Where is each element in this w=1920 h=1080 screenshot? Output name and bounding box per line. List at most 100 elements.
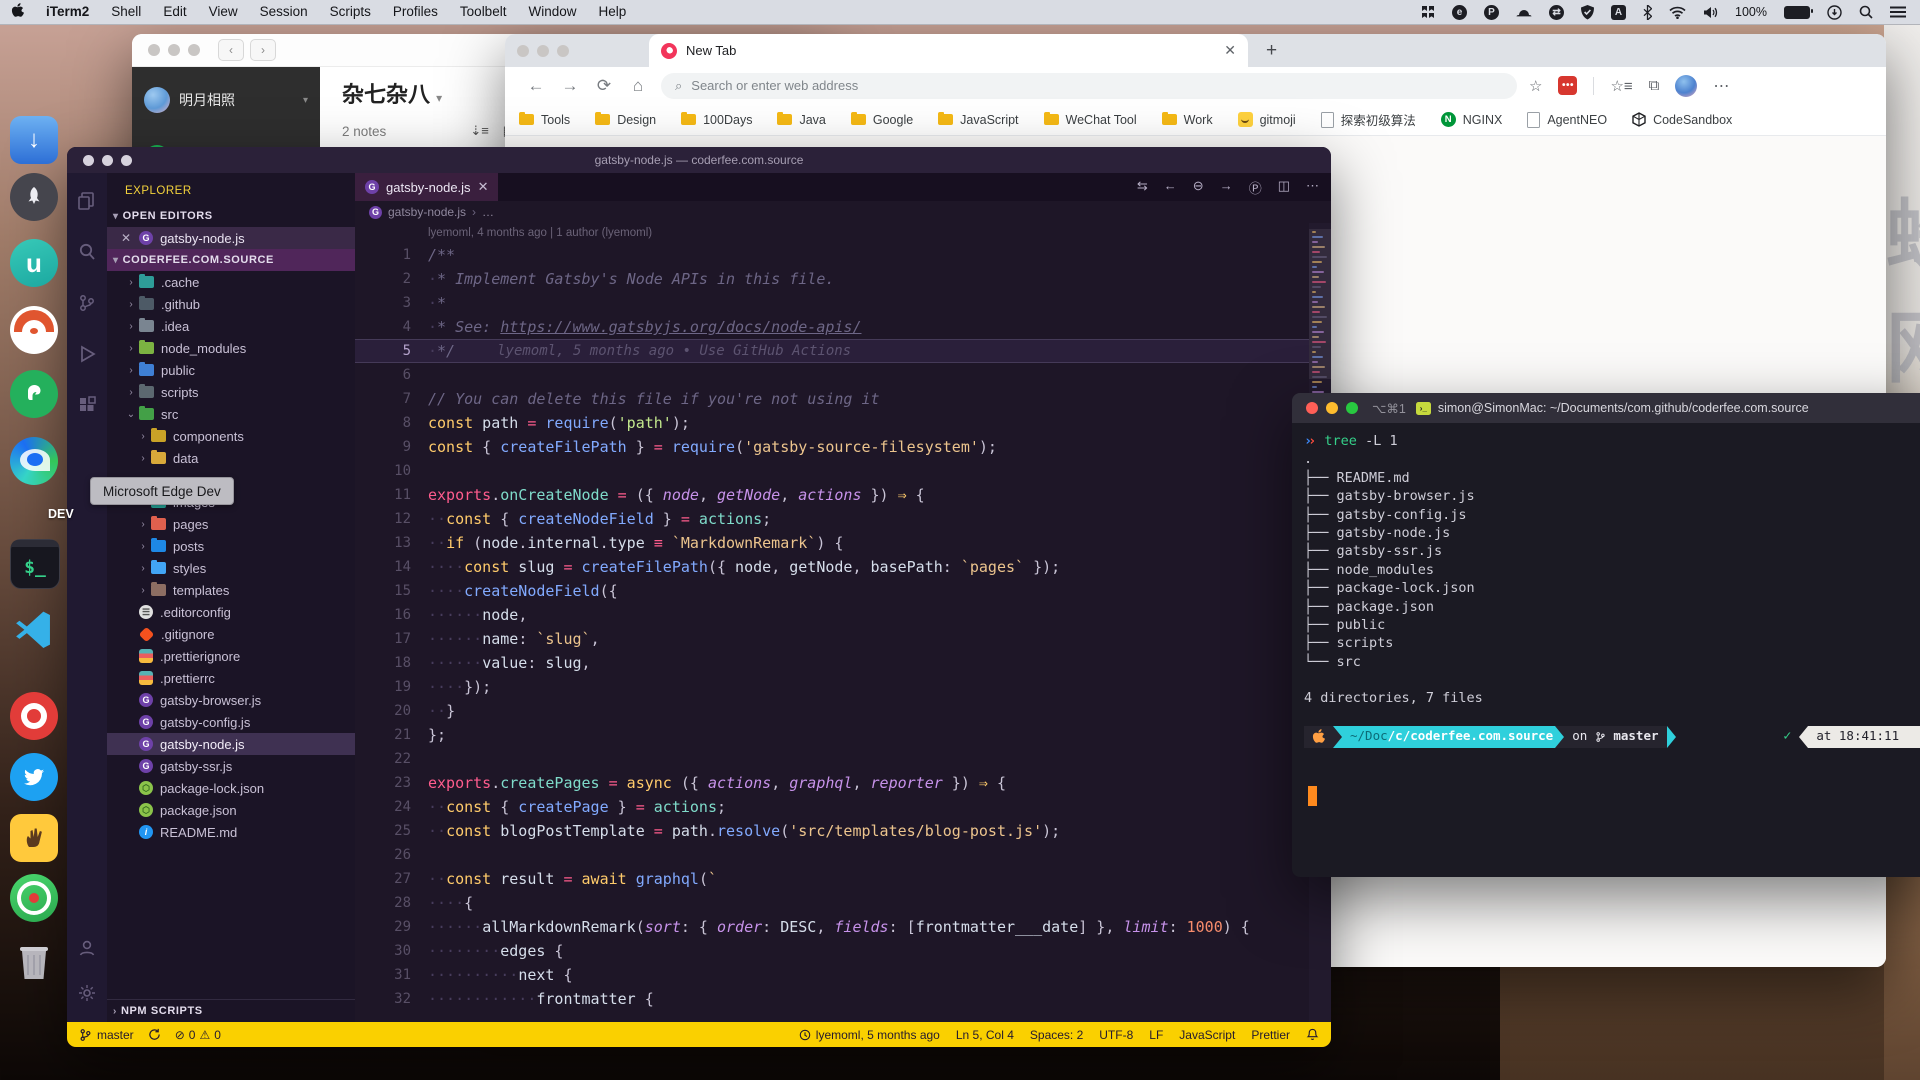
editor-tab[interactable]: G gatsby-node.js ✕ — [355, 173, 498, 201]
debug-icon[interactable] — [77, 344, 97, 369]
codelens-annotation[interactable]: lyemoml, 4 months ago | 1 author (lyemom… — [355, 223, 1331, 243]
iterm-icon[interactable]: $_ — [10, 539, 58, 587]
bluetooth-icon[interactable] — [1643, 4, 1652, 20]
menu-item-session[interactable]: Session — [249, 0, 319, 24]
close-icon[interactable]: ✕ — [121, 231, 131, 245]
bookmark-item[interactable]: WeChat Tool — [1044, 113, 1137, 127]
menu-item-view[interactable]: View — [198, 0, 249, 24]
tree-item-.gitignore[interactable]: .gitignore — [107, 623, 355, 645]
notifications-bell-icon[interactable] — [1306, 1028, 1319, 1041]
account-icon[interactable] — [77, 938, 97, 963]
open-editor-item[interactable]: ✕ G gatsby-node.js — [107, 227, 355, 249]
tree-item-gatsby-config.js[interactable]: Ggatsby-config.js — [107, 711, 355, 733]
menu-item-help[interactable]: Help — [587, 0, 637, 24]
tree-item-src[interactable]: ⌄src — [107, 403, 355, 425]
tree-item-posts[interactable]: ›posts — [107, 535, 355, 557]
trash-icon[interactable] — [10, 938, 58, 986]
bookmark-item[interactable]: NNGINX — [1441, 112, 1503, 127]
tree-item-.cache[interactable]: ›.cache — [107, 271, 355, 293]
tree-item-components[interactable]: ›components — [107, 425, 355, 447]
open-editors-header[interactable]: ▾ OPEN EDITORS — [107, 205, 355, 227]
add-favorite-icon[interactable]: ☆ — [1529, 77, 1542, 95]
bookmark-item[interactable]: 100Days — [681, 113, 752, 127]
vscode-icon[interactable] — [10, 608, 58, 656]
encoding[interactable]: UTF-8 — [1099, 1028, 1133, 1042]
indentation[interactable]: Spaces: 2 — [1030, 1028, 1083, 1042]
editor-action-icon-5[interactable]: ◫ — [1278, 178, 1290, 197]
menu-item-profiles[interactable]: Profiles — [382, 0, 449, 24]
editor-action-icon-1[interactable]: ← — [1164, 178, 1177, 197]
breadcrumb[interactable]: G gatsby-node.js › … — [355, 201, 1331, 223]
bookmark-item[interactable]: JavaScript — [938, 113, 1018, 127]
tree-item-.editorconfig[interactable]: ☰.editorconfig — [107, 601, 355, 623]
close-button[interactable] — [517, 45, 529, 57]
editor-action-icon-0[interactable]: ⇆ — [1137, 178, 1148, 197]
blame-item[interactable]: lyemoml, 5 months ago — [799, 1028, 940, 1042]
input-source-icon[interactable]: A — [1611, 5, 1626, 20]
tree-item-.idea[interactable]: ›.idea — [107, 315, 355, 337]
profile-avatar[interactable] — [1675, 75, 1697, 97]
sort-icon[interactable]: ⇣≡ — [470, 123, 488, 139]
utools-icon[interactable]: u — [10, 239, 58, 287]
tree-item-node_modules[interactable]: ›node_modules — [107, 337, 355, 359]
source-control-icon[interactable] — [77, 293, 97, 318]
magnet-icon[interactable] — [1421, 4, 1435, 20]
code-editor[interactable]: lyemoml, 4 months ago | 1 author (lyemom… — [355, 223, 1331, 1022]
settings-more-icon[interactable]: ⋯ — [1713, 76, 1729, 96]
project-root-header[interactable]: ▾ CODERFEE.COM.SOURCE — [107, 249, 355, 271]
app-menu-title[interactable]: iTerm2 — [35, 0, 100, 24]
back-icon[interactable]: ← — [519, 76, 553, 96]
address-bar[interactable]: ⌕ Search or enter web address — [661, 73, 1517, 99]
tab-close-icon[interactable]: ✕ — [1224, 42, 1236, 59]
npm-scripts-header[interactable]: › NPM SCRIPTS — [107, 999, 355, 1022]
tab-close-icon[interactable]: ✕ — [478, 179, 489, 195]
close-button[interactable] — [148, 44, 160, 56]
popclip-icon[interactable]: P — [1484, 5, 1499, 20]
tree-item-gatsby-node.js[interactable]: Ggatsby-node.js — [107, 733, 355, 755]
editor-action-icon-4[interactable]: Ⓟ — [1249, 178, 1262, 197]
menu-item-window[interactable]: Window — [517, 0, 587, 24]
eol[interactable]: LF — [1149, 1028, 1163, 1042]
editor-action-icon-6[interactable]: ⋯ — [1306, 178, 1319, 197]
menu-item-toolbelt[interactable]: Toolbelt — [449, 0, 518, 24]
bookmark-item[interactable]: AgentNEO — [1527, 112, 1607, 128]
tree-item-gatsby-ssr.js[interactable]: Ggatsby-ssr.js — [107, 755, 355, 777]
tree-item-.prettierignore[interactable]: .prettierignore — [107, 645, 355, 667]
switch-icon[interactable]: ⇄ — [1549, 5, 1564, 20]
spotlight-search-icon[interactable] — [1859, 4, 1873, 20]
close-button[interactable] — [1306, 402, 1318, 414]
browser-tab[interactable]: New Tab ✕ — [649, 34, 1248, 67]
back-button[interactable]: ‹ — [218, 39, 244, 61]
favorites-icon[interactable]: ☆≡ — [1610, 77, 1632, 95]
tree-item-.github[interactable]: ›.github — [107, 293, 355, 315]
zoom-button[interactable] — [188, 44, 200, 56]
bookmark-item[interactable]: Java — [777, 113, 825, 127]
hat-icon[interactable] — [1516, 4, 1532, 20]
forward-icon[interactable]: → — [553, 76, 587, 96]
bookmark-item[interactable]: gitmoji — [1238, 112, 1296, 127]
wifi-icon[interactable] — [1669, 4, 1686, 20]
shield-icon[interactable] — [1581, 4, 1594, 20]
motrix-icon[interactable] — [10, 306, 58, 354]
sync-icon[interactable] — [148, 1028, 161, 1041]
tree-item-package.json[interactable]: ⬡package.json — [107, 799, 355, 821]
battery-icon[interactable] — [1784, 4, 1810, 20]
bookmark-item[interactable]: Work — [1162, 113, 1213, 127]
terminal-body[interactable]: ›› tree -L 1 .├── README.md├── gatsby-br… — [1292, 423, 1920, 852]
volume-icon[interactable] — [1703, 4, 1718, 20]
editor-action-icon-2[interactable]: ⊖ — [1193, 178, 1204, 197]
bookmark-item[interactable]: Tools — [519, 113, 570, 127]
tree-item-.prettierrc[interactable]: .prettierrc — [107, 667, 355, 689]
tree-item-scripts[interactable]: ›scripts — [107, 381, 355, 403]
tree-item-README.md[interactable]: iREADME.md — [107, 821, 355, 843]
bookmark-item[interactable]: 探索初级算法 — [1321, 110, 1416, 129]
tree-item-package-lock.json[interactable]: ⬡package-lock.json — [107, 777, 355, 799]
editor-action-icon-3[interactable]: → — [1220, 178, 1233, 197]
minimize-button[interactable] — [168, 44, 180, 56]
search-icon[interactable] — [77, 242, 97, 267]
tree-item-gatsby-browser.js[interactable]: Ggatsby-browser.js — [107, 689, 355, 711]
rocket-app-icon[interactable] — [10, 173, 58, 221]
twitter-icon[interactable] — [10, 753, 58, 801]
zoom-button[interactable] — [557, 45, 569, 57]
tree-item-styles[interactable]: ›styles — [107, 557, 355, 579]
